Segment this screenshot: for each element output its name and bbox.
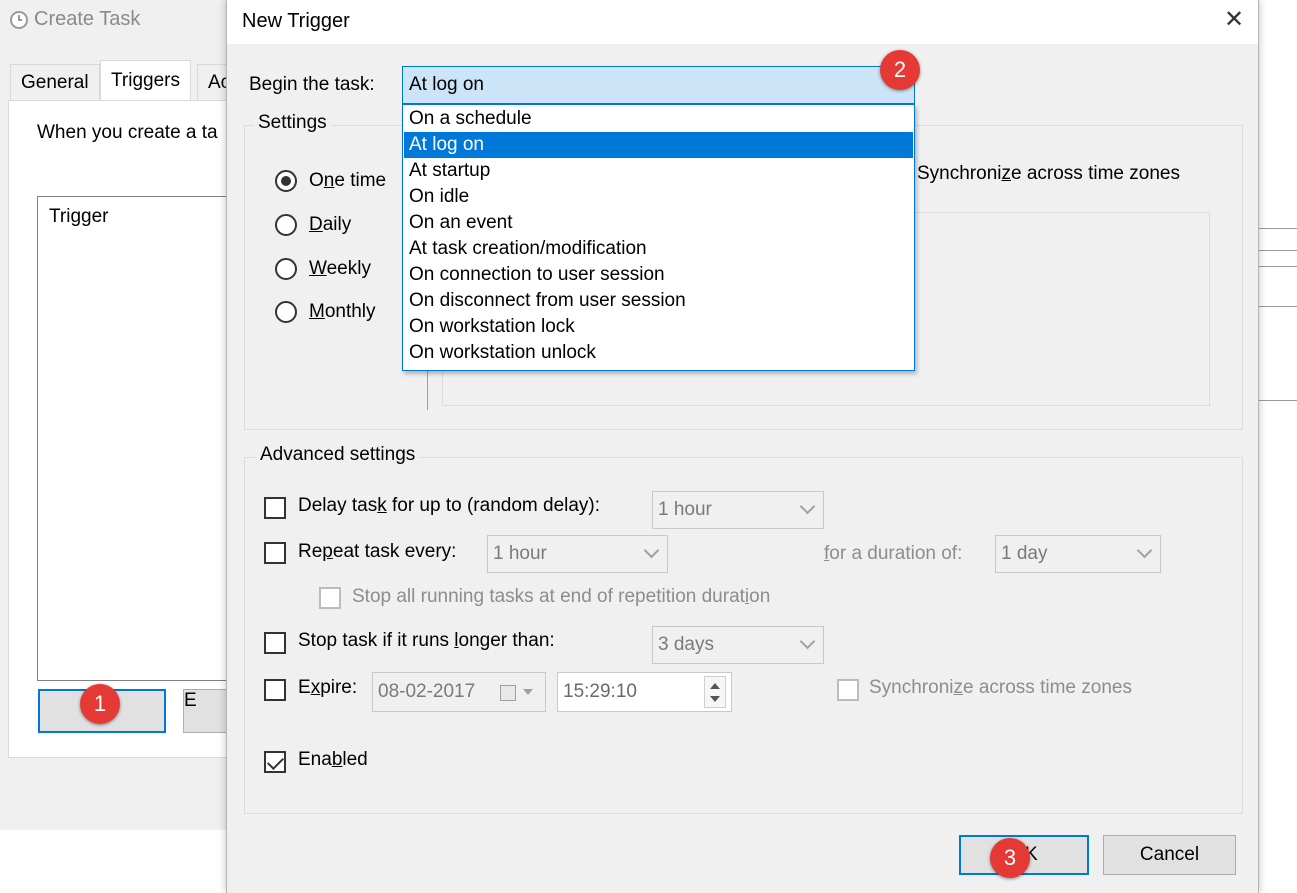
expire-checkbox[interactable]	[264, 679, 286, 701]
spin-down-icon[interactable]	[710, 696, 720, 702]
settings-legend: Settings	[254, 112, 331, 134]
chevron-down-icon[interactable]	[523, 689, 533, 695]
delay-duration-select[interactable]: 1 hour	[652, 491, 824, 529]
option-on-idle[interactable]: On idle	[404, 184, 913, 210]
trigger-column-header[interactable]: Trigger	[49, 206, 108, 228]
expire-time-field[interactable]: 15:29:10	[557, 672, 732, 712]
option-at-task-creation[interactable]: At task creation/modification	[404, 236, 913, 262]
delay-task-checkbox[interactable]	[264, 497, 286, 519]
radio-weekly[interactable]: Weekly	[275, 258, 371, 280]
trigger-list[interactable]	[37, 196, 237, 681]
clock-icon	[10, 10, 28, 29]
spin-up-icon[interactable]	[710, 683, 720, 689]
cancel-button[interactable]: Cancel	[1103, 835, 1236, 875]
radio-monthly[interactable]: Monthly	[275, 301, 376, 323]
stop-task-duration-select[interactable]: 3 days	[652, 626, 824, 664]
repeat-duration-label: for a duration of:	[824, 543, 963, 564]
divider	[1257, 306, 1297, 307]
divider	[1257, 400, 1297, 401]
chevron-down-icon	[799, 498, 816, 515]
begin-task-label: Begin the task:	[249, 74, 375, 95]
create-task-title: Create Task	[10, 8, 140, 31]
repeat-interval-select[interactable]: 1 hour	[487, 535, 668, 573]
new-trigger-dialog: New Trigger ✕ Settings One time Daily We…	[226, 0, 1259, 893]
delay-task-label[interactable]: Delay task for up to (random delay):	[298, 495, 600, 517]
radio-indicator[interactable]	[275, 258, 297, 280]
chevron-down-icon	[799, 633, 816, 650]
stop-running-tasks-checkbox[interactable]	[319, 587, 341, 609]
begin-task-select[interactable]: At log on	[402, 66, 915, 104]
option-on-an-event[interactable]: On an event	[404, 210, 913, 236]
divider	[1257, 266, 1297, 267]
radio-one-time[interactable]: One time	[275, 170, 386, 192]
background-app-edge	[1257, 0, 1297, 893]
radio-indicator[interactable]	[275, 214, 297, 236]
step-badge-2: 2	[880, 50, 920, 90]
advanced-settings-legend: Advanced settings	[256, 444, 420, 466]
option-on-workstation-lock[interactable]: On workstation lock	[404, 314, 913, 340]
option-on-connection[interactable]: On connection to user session	[404, 262, 913, 288]
radio-indicator[interactable]	[275, 301, 297, 323]
dialog-title: New Trigger	[242, 10, 350, 32]
expire-date-picker[interactable]: 08-02-2017	[372, 672, 546, 712]
radio-label-weekly: Weekly	[309, 258, 371, 279]
radio-indicator[interactable]	[275, 170, 297, 192]
radio-label-one-time: One time	[309, 170, 387, 191]
enabled-label[interactable]: Enabled	[298, 749, 368, 771]
option-on-disconnect[interactable]: On disconnect from user session	[404, 288, 913, 314]
sync-time-zones-label[interactable]: Synchronize across time zones	[917, 163, 1180, 185]
tab-strip: General Triggers Ac	[10, 60, 242, 102]
radio-label-daily: Daily	[309, 214, 352, 235]
stop-task-longer-label[interactable]: Stop task if it runs longer than:	[298, 630, 555, 652]
chevron-down-icon	[643, 542, 660, 559]
triggers-description: When you create a ta	[37, 122, 218, 143]
stop-task-longer-checkbox[interactable]	[264, 632, 286, 654]
enabled-checkbox[interactable]	[264, 751, 286, 773]
calendar-icon[interactable]	[500, 685, 516, 701]
stop-running-tasks-label[interactable]: Stop all running tasks at end of repetit…	[352, 586, 770, 608]
divider	[1257, 228, 1297, 229]
divider	[1257, 250, 1297, 251]
option-at-log-on[interactable]: At log on	[404, 132, 913, 158]
begin-task-dropdown-list: On a schedule At log on At startup On id…	[402, 104, 915, 371]
chevron-down-icon	[1136, 542, 1153, 559]
option-on-a-schedule[interactable]: On a schedule	[404, 106, 913, 132]
dialog-titlebar	[227, 0, 1258, 44]
repeat-duration-select[interactable]: 1 day	[995, 535, 1161, 573]
expire-label[interactable]: Expire:	[298, 677, 357, 699]
option-at-startup[interactable]: At startup	[404, 158, 913, 184]
radio-label-monthly: Monthly	[309, 301, 376, 322]
expire-sync-checkbox[interactable]	[837, 679, 859, 701]
option-on-workstation-unlock[interactable]: On workstation unlock	[404, 340, 913, 366]
step-badge-1: 1	[80, 684, 120, 724]
repeat-task-checkbox[interactable]	[264, 542, 286, 564]
step-badge-3: 3	[990, 838, 1030, 878]
repeat-task-label[interactable]: Repeat task every:	[298, 541, 456, 563]
tab-triggers[interactable]: Triggers	[100, 60, 191, 100]
time-spinner[interactable]	[704, 676, 726, 708]
radio-daily[interactable]: Daily	[275, 214, 351, 236]
expire-sync-label[interactable]: Synchronize across time zones	[869, 677, 1132, 699]
close-icon[interactable]: ✕	[1222, 8, 1246, 32]
tab-general[interactable]: General	[10, 64, 100, 100]
